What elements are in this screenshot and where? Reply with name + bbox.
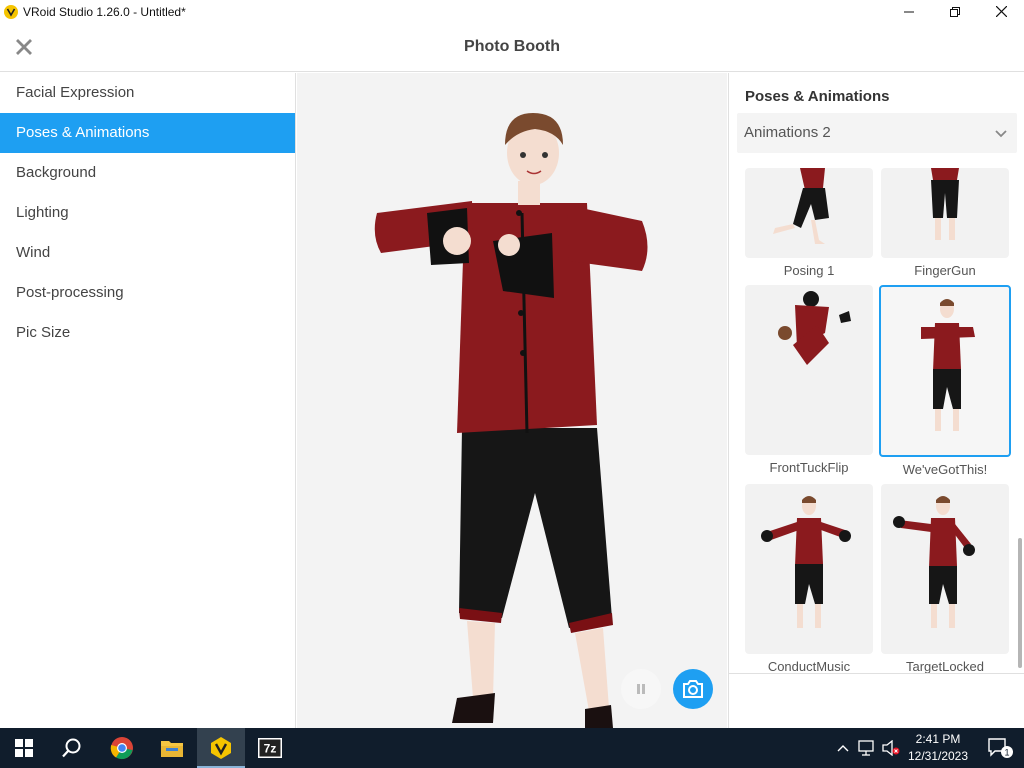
animation-card-fingergun[interactable]: FingerGun <box>881 168 1009 278</box>
menu-item-lighting[interactable]: Lighting <box>0 193 295 233</box>
dropdown-value: Animations 2 <box>744 124 831 141</box>
animation-card-label: FrontTuckFlip <box>769 460 849 475</box>
animation-card-label: TargetLocked <box>905 659 985 673</box>
animation-thumbnail <box>881 168 1009 258</box>
animation-card-label: We'veGotThis! <box>902 462 988 477</box>
window-title: VRoid Studio 1.26.0 - Untitled* <box>23 4 186 19</box>
taskbar-chrome[interactable] <box>98 728 146 768</box>
restore-icon <box>950 6 960 17</box>
page-title: Photo Booth <box>464 38 560 55</box>
7zip-label: 7z <box>264 742 277 756</box>
windows-logo-icon <box>15 739 33 757</box>
menu-item-wind[interactable]: Wind <box>0 233 295 273</box>
taskbar-7zip[interactable]: 7z <box>246 728 294 768</box>
notification-count: 1 <box>1004 748 1009 758</box>
poses-panel: Poses & Animations Animations 2 Posing 1 <box>728 73 1024 728</box>
animation-card-label: ConductMusic <box>767 659 851 673</box>
animation-card-fronttuckflip[interactable]: FrontTuckFlip <box>745 285 873 475</box>
clock-time: 2:41 PM <box>915 732 961 746</box>
folder-icon <box>161 741 183 757</box>
animation-card-wevegotthis[interactable]: We'veGotThis! <box>879 285 1011 477</box>
photo-booth-menu: Facial Expression Poses & Animations Bac… <box>0 73 296 728</box>
take-photo-button[interactable] <box>673 669 713 709</box>
search-button[interactable] <box>48 728 96 768</box>
pause-animation-button[interactable] <box>621 669 661 709</box>
model-viewport[interactable] <box>297 73 727 728</box>
animation-thumbnail <box>881 484 1009 654</box>
animation-card-targetlocked[interactable]: TargetLocked <box>881 484 1009 673</box>
avatar-model <box>374 113 648 728</box>
close-icon <box>995 6 1007 17</box>
start-button[interactable] <box>0 728 48 768</box>
animation-card-label: FingerGun <box>914 263 976 278</box>
volume-muted-icon[interactable] <box>882 740 900 756</box>
minimize-button[interactable] <box>886 0 932 23</box>
vroid-app-icon <box>211 737 231 759</box>
app-header: Photo Booth <box>0 23 1024 72</box>
system-tray <box>836 728 900 768</box>
animation-set-dropdown[interactable]: Animations 2 <box>737 113 1017 153</box>
animation-card-conductmusic[interactable]: ConductMusic <box>745 484 873 673</box>
menu-item-poses-animations[interactable]: Poses & Animations <box>0 113 295 153</box>
maximize-button[interactable] <box>932 0 978 23</box>
menu-item-pic-size[interactable]: Pic Size <box>0 313 295 353</box>
animation-grid[interactable]: Posing 1 FingerGun FrontTuckFlip We'veGo… <box>729 168 1024 673</box>
notifications-button[interactable]: 1 <box>976 728 1024 768</box>
grid-scrollbar[interactable] <box>1018 538 1022 668</box>
menu-item-background[interactable]: Background <box>0 153 295 193</box>
network-icon[interactable] <box>858 740 876 756</box>
taskbar-clock[interactable]: 2:41 PM 12/31/2023 <box>902 731 974 765</box>
divider <box>729 673 1024 674</box>
menu-item-facial-expression[interactable]: Facial Expression <box>0 73 295 113</box>
menu-item-post-processing[interactable]: Post-processing <box>0 273 295 313</box>
animation-card-label: Posing 1 <box>783 263 835 278</box>
camera-icon <box>683 680 703 698</box>
close-window-button[interactable] <box>978 0 1024 23</box>
chrome-icon <box>110 737 133 760</box>
windows-taskbar: 7z 2:41 PM 12/31/2023 1 <box>0 728 1024 768</box>
minimize-icon <box>904 11 914 12</box>
clock-date: 12/31/2023 <box>907 749 969 763</box>
animation-card-posing-1[interactable]: Posing 1 <box>745 168 873 278</box>
pause-icon <box>637 684 645 694</box>
chevron-down-icon <box>995 130 1007 138</box>
vroid-logo-icon <box>4 4 18 19</box>
animation-thumbnail <box>745 484 873 654</box>
taskbar-file-explorer[interactable] <box>148 728 196 768</box>
taskbar-vroid-studio[interactable] <box>197 728 245 768</box>
chevron-up-icon[interactable] <box>836 743 850 753</box>
window-titlebar: VRoid Studio 1.26.0 - Untitled* <box>0 0 1024 23</box>
7zip-icon: 7z <box>258 738 282 758</box>
panel-title: Poses & Animations <box>745 88 890 105</box>
notification-icon: 1 <box>988 738 1013 758</box>
search-icon <box>62 738 81 758</box>
animation-thumbnail <box>745 168 873 258</box>
animation-thumbnail <box>879 285 1011 457</box>
animation-thumbnail <box>745 285 873 455</box>
